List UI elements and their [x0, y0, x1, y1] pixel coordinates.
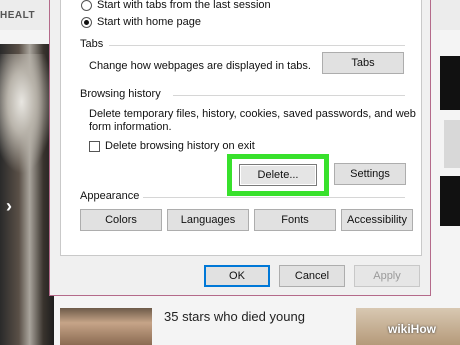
accessibility-button[interactable]: Accessibility — [341, 209, 413, 231]
cancel-button[interactable]: Cancel — [279, 265, 345, 287]
browsing-history-section-title: Browsing history — [80, 88, 161, 100]
radio-home-page[interactable] — [81, 16, 92, 28]
appearance-divider — [143, 197, 405, 198]
tabs-section-divider — [109, 45, 405, 46]
delete-history-button[interactable]: Delete... — [239, 164, 317, 186]
article-title-link[interactable]: 35 stars who died young — [164, 309, 305, 324]
radio-last-session[interactable] — [81, 0, 92, 11]
slideshow-next-icon[interactable]: › — [6, 196, 12, 217]
radio-label: Start with tabs from the last session — [97, 0, 271, 11]
article-thumbnail[interactable] — [60, 308, 152, 345]
tabs-description: Change how webpages are displayed in tab… — [89, 60, 311, 72]
tabs-button[interactable]: Tabs — [322, 52, 404, 74]
languages-button[interactable]: Languages — [167, 209, 249, 231]
site-section-label[interactable]: HEALT — [0, 10, 35, 21]
checkbox-label: Delete browsing history on exit — [105, 140, 255, 152]
startup-option-home-page[interactable]: Start with home page — [81, 15, 201, 29]
ok-button[interactable]: OK — [204, 265, 270, 287]
fonts-button[interactable]: Fonts — [254, 209, 336, 231]
slideshow-photo[interactable] — [0, 44, 54, 345]
colors-button[interactable]: Colors — [80, 209, 162, 231]
browsing-history-divider — [173, 95, 405, 96]
delete-on-exit-option[interactable]: Delete browsing history on exit — [89, 140, 255, 152]
sidebar-ad-block — [440, 56, 460, 110]
sidebar-panel — [444, 120, 460, 168]
sidebar-ad-block-lower — [440, 176, 460, 226]
radio-label: Start with home page — [97, 16, 201, 28]
history-settings-button[interactable]: Settings — [334, 163, 406, 185]
browsing-history-description-line1: Delete temporary files, history, cookies… — [89, 108, 416, 120]
apply-button[interactable]: Apply — [354, 265, 420, 287]
delete-on-exit-checkbox[interactable] — [89, 140, 100, 152]
wikihow-watermark: wikiHow — [388, 322, 437, 336]
general-tab-panel: Start with tabs from the last session St… — [60, 0, 422, 256]
appearance-section-title: Appearance — [80, 190, 140, 202]
browsing-history-description-line2: form information. — [89, 121, 172, 133]
internet-options-dialog: Start with tabs from the last session St… — [49, 0, 431, 296]
startup-option-last-session[interactable]: Start with tabs from the last session — [81, 0, 271, 12]
tabs-section-title: Tabs — [80, 38, 104, 50]
